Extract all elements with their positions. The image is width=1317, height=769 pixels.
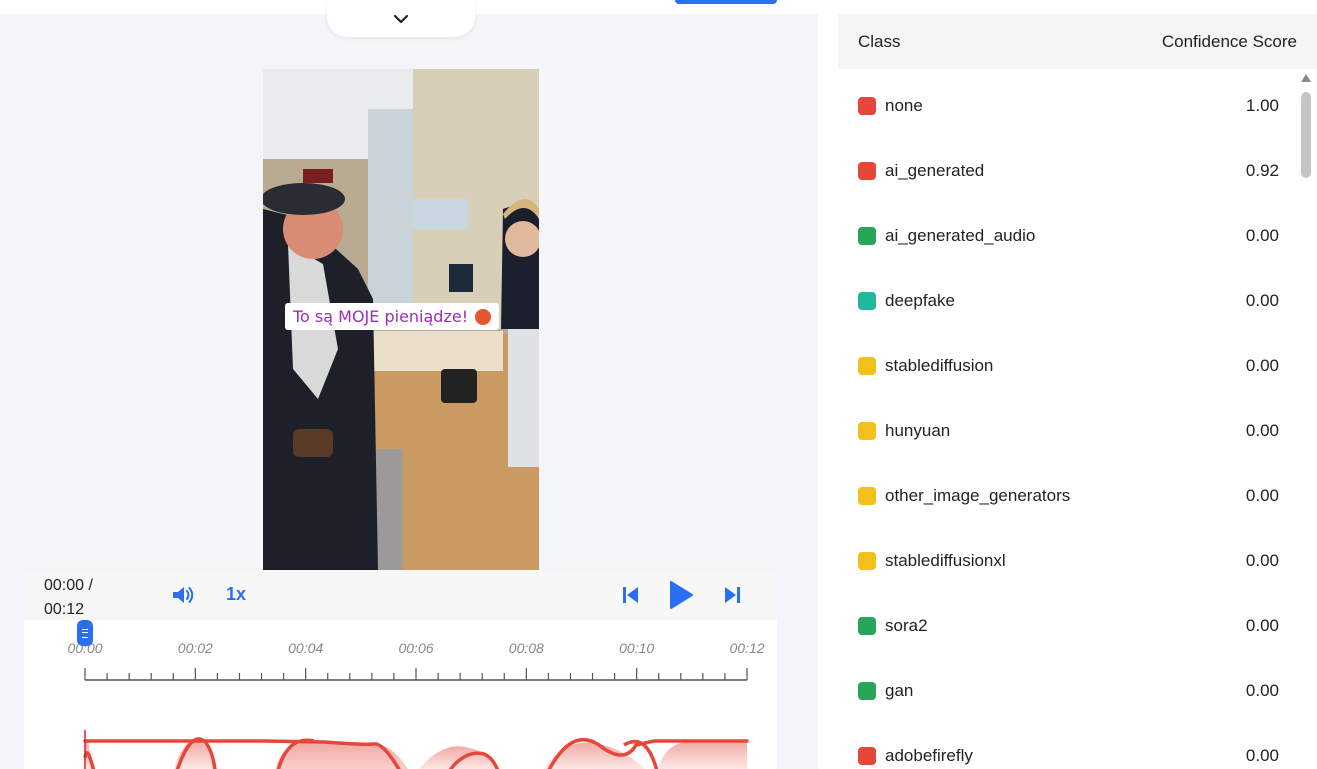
confidence-score: 0.00 <box>1245 291 1279 310</box>
class-label: ai_generated <box>885 161 985 180</box>
class-color-swatch <box>858 747 876 765</box>
play-icon[interactable] <box>668 580 694 610</box>
result-row: stablediffusionxl 0.00 <box>838 529 1297 594</box>
playhead-handle[interactable] <box>77 620 93 646</box>
result-row: sora2 0.00 <box>838 594 1297 659</box>
class-label: gan <box>885 681 914 700</box>
video-caption: To są MOJE pieniądze! <box>285 303 500 330</box>
class-label: hunyuan <box>885 421 951 440</box>
class-color-swatch <box>858 552 876 570</box>
confidence-score: 0.00 <box>1245 486 1279 505</box>
skip-previous-icon[interactable] <box>622 586 640 604</box>
result-row: stablediffusion 0.00 <box>838 334 1297 399</box>
class-color-swatch <box>858 682 876 700</box>
confidence-score: 0.00 <box>1245 226 1279 245</box>
confidence-score: 0.00 <box>1245 421 1279 440</box>
class-color-swatch <box>858 487 876 505</box>
class-label: sora2 <box>885 616 928 635</box>
class-color-swatch <box>858 227 876 245</box>
class-color-swatch <box>858 162 876 180</box>
result-row: deepfake 0.00 <box>838 269 1297 334</box>
class-color-swatch <box>858 617 876 635</box>
time-display: 00:00 / 00:12 <box>44 574 114 622</box>
playback-speed-button[interactable]: 1x <box>226 584 246 605</box>
result-row: ai_generated 0.92 <box>838 139 1297 204</box>
current-time: 00:00 / <box>44 577 93 594</box>
result-row: gan 0.00 <box>838 659 1297 724</box>
class-label: other_image_generators <box>885 486 1071 505</box>
results-table-header: Class Confidence Score <box>838 14 1317 69</box>
header-confidence-score: Confidence Score <box>1161 32 1297 51</box>
results-panel: Class Confidence Score none 1.00 ai_genera… <box>818 0 1317 769</box>
scroll-up-arrow-icon[interactable] <box>1301 74 1311 82</box>
class-label: deepfake <box>885 291 955 310</box>
player-area: To są MOJE pieniądze! 00:00 / 00:12 1x 0… <box>0 0 818 769</box>
results-table-body: none 1.00 ai_generated 0.92 ai_generated_aud… <box>838 74 1297 769</box>
class-label: none <box>885 96 923 115</box>
scroll-thumb[interactable] <box>1301 92 1311 178</box>
header-class: Class <box>858 32 901 51</box>
confidence-score: 0.00 <box>1245 681 1279 700</box>
class-color-swatch <box>858 422 876 440</box>
collapse-toggle[interactable] <box>327 0 475 37</box>
video-frame[interactable]: To są MOJE pieniądze! <box>263 69 539 570</box>
timeline-minor-ticks <box>84 668 748 680</box>
confidence-score: 1.00 <box>1245 96 1279 115</box>
results-scrollbar[interactable] <box>1299 74 1313 769</box>
caption-text: To są MOJE pieniądze! <box>293 307 469 326</box>
class-label: ai_generated_audio <box>885 226 1036 245</box>
result-row: other_image_generators 0.00 <box>838 464 1297 529</box>
confidence-timeline-chart <box>83 668 749 769</box>
chevron-down-icon <box>393 14 409 23</box>
result-row: ai_generated_audio 0.00 <box>838 204 1297 269</box>
result-row: none 1.00 <box>838 74 1297 139</box>
class-color-swatch <box>858 292 876 310</box>
control-bar: 00:00 / 00:12 1x <box>24 570 777 620</box>
class-label: adobefirefly <box>885 746 973 765</box>
class-label: stablediffusionxl <box>885 551 1006 570</box>
volume-icon[interactable] <box>171 584 195 606</box>
class-label: stablediffusion <box>885 356 994 375</box>
confidence-score: 0.00 <box>1245 356 1279 375</box>
confidence-score: 0.00 <box>1245 551 1279 570</box>
top-action-button[interactable] <box>675 0 777 4</box>
result-row: adobefirefly 0.00 <box>838 724 1297 769</box>
skip-next-icon[interactable] <box>723 586 741 604</box>
class-color-swatch <box>858 97 876 115</box>
timeline[interactable]: 00:00 00:02 00:04 00:06 00:08 00:10 00:12 <box>24 620 777 769</box>
class-color-swatch <box>858 357 876 375</box>
result-row: hunyuan 0.00 <box>838 399 1297 464</box>
angry-face-icon <box>475 309 492 325</box>
confidence-score: 0.00 <box>1245 746 1279 765</box>
player-controls: 00:00 / 00:12 1x 00:00 00:02 00:04 00:06… <box>24 570 777 769</box>
total-duration: 00:12 <box>44 601 85 618</box>
confidence-score: 0.00 <box>1245 616 1279 635</box>
confidence-score: 0.92 <box>1245 161 1279 180</box>
